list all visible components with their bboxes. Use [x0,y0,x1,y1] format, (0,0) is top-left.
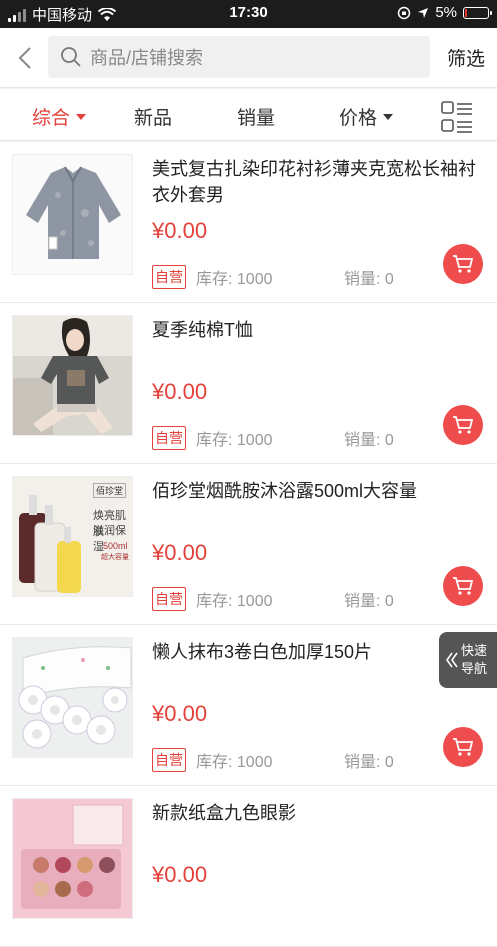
caret-down-icon [76,113,87,120]
tab-price[interactable]: 价格 [339,103,394,130]
sort-tabs: 综合 新品 销量 价格 [0,89,497,141]
quick-nav-button[interactable]: 快速 导航 [439,632,497,688]
add-to-cart-button[interactable] [443,405,483,445]
product-price: ¥0.00 [152,379,208,404]
product-image [12,315,133,436]
product-image [12,154,133,275]
add-to-cart-button[interactable] [443,244,483,284]
self-operated-badge: 自营 [152,426,186,450]
image-text: 超大容量 [101,554,129,561]
tab-new[interactable]: 新品 [134,103,172,130]
image-text: 500ml [103,541,128,551]
search-input[interactable]: 商品/店铺搜索 [48,36,430,78]
product-sales: 销量: 0 [344,754,394,771]
add-to-cart-button[interactable] [443,566,483,606]
add-to-cart-button[interactable] [443,727,483,767]
self-operated-badge: 自营 [152,587,186,611]
cart-icon [453,255,474,273]
caret-down-icon [383,113,394,120]
product-price: ¥0.00 [152,701,208,726]
cart-icon [453,416,474,434]
product-stock: 库存: 1000 [196,432,273,449]
tab-comprehensive[interactable]: 综合 [32,103,87,130]
filter-button[interactable]: 筛选 [447,44,485,71]
product-title: 懒人抹布3卷白色加厚150片 [152,642,373,662]
product-stock: 库存: 1000 [196,754,273,771]
product-item[interactable]: 夏季纯棉T恤 ¥0.00 自营 库存: 1000 销量: 0 [0,303,497,464]
back-arrow-icon[interactable] [14,44,38,72]
product-item[interactable]: 美式复古扎染印花衬衫薄夹克宽松长袖衬衣外套男 ¥0.00 自营 库存: 1000… [0,142,497,303]
search-icon [61,47,81,67]
product-stock: 库存: 1000 [196,271,273,288]
self-operated-badge: 自营 [152,748,186,772]
cart-icon [453,577,474,595]
product-image [12,637,133,758]
tab-sales[interactable]: 销量 [237,103,275,130]
brand-label: 佰珍堂 [93,483,127,498]
quick-nav-label: 导航 [461,661,488,676]
product-image: 佰珍堂 焕亮肌肤 滋润保湿 500ml 超大容量 [12,476,133,597]
product-title: 夏季纯棉T恤 [152,320,253,340]
product-title: 佰珍堂烟酰胺沐浴露500ml大容量 [152,481,418,501]
product-price: ¥0.00 [152,862,208,887]
product-stock: 库存: 1000 [196,593,273,610]
status-bar: 中国移动 17:30 5% [0,0,497,28]
quick-nav-label: 快速 [461,643,488,658]
double-chevron-left-icon [446,652,458,668]
orientation-lock-icon [398,6,411,19]
product-item[interactable]: 懒人抹布3卷白色加厚150片 ¥0.00 自营 库存: 1000 销量: 0 [0,625,497,786]
battery-label: 5% [435,4,457,21]
product-price: ¥0.00 [152,540,208,565]
battery-icon [463,6,492,19]
list-view-toggle-icon[interactable] [441,101,473,133]
search-header: 商品/店铺搜索 筛选 [0,28,497,88]
product-list: 美式复古扎染印花衬衫薄夹克宽松长袖衬衣外套男 ¥0.00 自营 库存: 1000… [0,142,497,947]
location-icon [418,7,429,18]
tab-label: 价格 [339,108,378,129]
cart-icon [453,738,474,756]
product-sales: 销量: 0 [344,271,394,288]
product-item[interactable]: 佰珍堂 焕亮肌肤 滋润保湿 500ml 超大容量 佰珍堂烟酰胺沐浴露500ml大… [0,464,497,625]
product-sales: 销量: 0 [344,593,394,610]
product-price: ¥0.00 [152,218,208,243]
product-item[interactable]: 新款纸盒九色眼影 ¥0.00 [0,786,497,947]
product-image [12,798,133,919]
tab-label: 综合 [32,108,71,129]
product-title: 新款纸盒九色眼影 [152,803,296,823]
tab-label: 销量 [237,108,276,129]
self-operated-badge: 自营 [152,265,186,289]
search-placeholder: 商品/店铺搜索 [90,48,204,68]
tab-label: 新品 [134,108,173,129]
product-title: 美式复古扎染印花衬衫薄夹克宽松长袖衬衣外套男 [152,159,476,205]
product-sales: 销量: 0 [344,432,394,449]
